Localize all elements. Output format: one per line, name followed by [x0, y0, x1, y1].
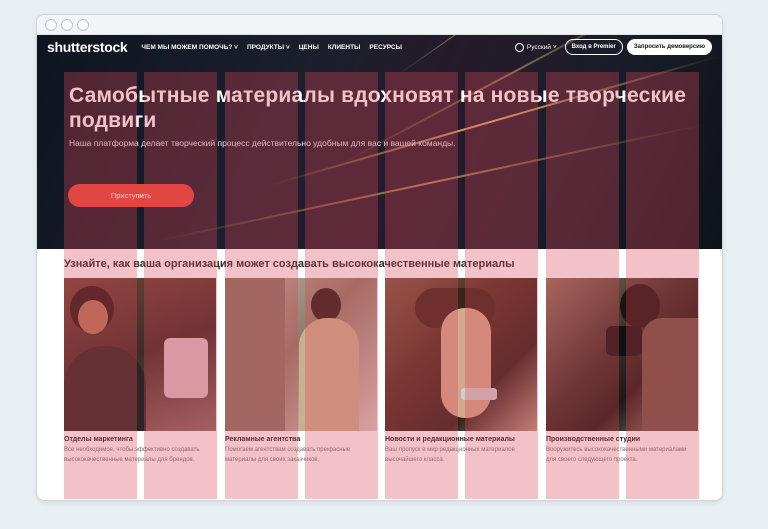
nav-item-clients[interactable]: КЛИЕНТЫ [328, 44, 361, 51]
globe-icon [514, 42, 524, 52]
browser-titlebar [37, 15, 722, 35]
window-minimize-dot[interactable] [61, 18, 73, 31]
nav-item-how-we-help[interactable]: ЧЕМ МЫ МОЖЕМ ПОМОЧЬ? ˅ [141, 44, 238, 51]
request-demo-button[interactable]: Запросить демоверсию [626, 39, 712, 55]
language-label: Русский ˅ [526, 43, 557, 51]
shutterstock-logo[interactable]: shutterstock [47, 39, 128, 55]
window-close-dot[interactable] [45, 18, 57, 31]
grid-column-overlay [626, 72, 699, 499]
grid-column-overlay [64, 72, 137, 499]
grid-column-overlay [305, 72, 378, 499]
top-navigation: shutterstock ЧЕМ МЫ МОЖЕМ ПОМОЧЬ? ˅ ПРОД… [37, 35, 722, 59]
grid-column-overlay [385, 72, 458, 499]
window-maximize-dot[interactable] [77, 18, 89, 31]
grid-column-overlay [225, 72, 298, 499]
grid-column-overlay [546, 72, 619, 499]
grid-column-overlay [465, 72, 538, 499]
grid-column-overlay [144, 72, 217, 499]
language-selector[interactable]: Русский ˅ [514, 42, 557, 52]
nav-item-products[interactable]: ПРОДУКТЫ ˅ [247, 44, 290, 51]
hero-banner: shutterstock ЧЕМ МЫ МОЖЕМ ПОМОЧЬ? ˅ ПРОД… [37, 35, 722, 249]
nav-item-pricing[interactable]: ЦЕНЫ [299, 44, 319, 51]
premier-login-button[interactable]: Вход в Premier [564, 39, 623, 55]
nav-item-resources[interactable]: РЕСУРСЫ [369, 44, 402, 51]
browser-window: shutterstock ЧЕМ МЫ МОЖЕМ ПОМОЧЬ? ˅ ПРОД… [36, 14, 723, 501]
